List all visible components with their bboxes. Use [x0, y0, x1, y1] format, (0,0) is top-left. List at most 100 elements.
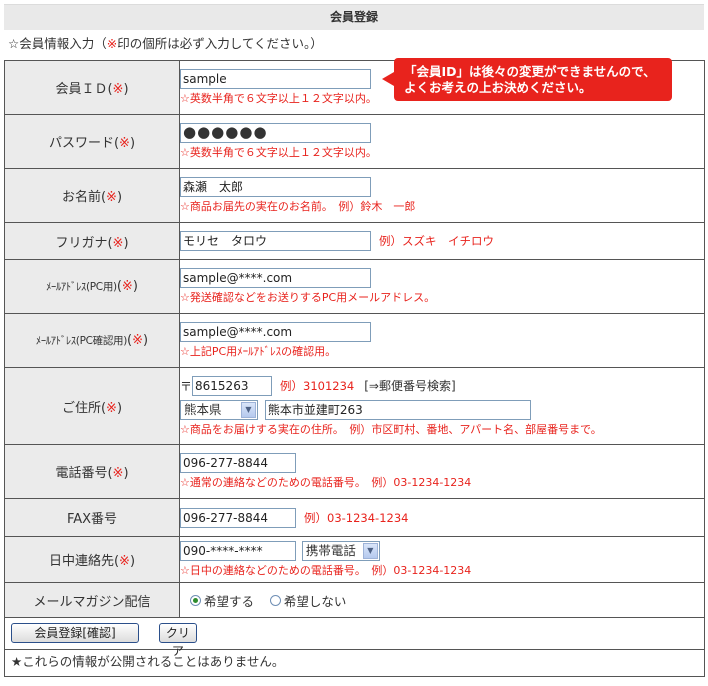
- required-mark: ※: [112, 235, 124, 251]
- label-address: ご住所(※): [4, 367, 180, 445]
- daytime-contact-input[interactable]: 090-****-****: [180, 541, 296, 561]
- chevron-down-icon: ▼: [241, 401, 256, 418]
- required-mark: ※: [119, 136, 130, 151]
- required-mark: ※: [112, 82, 124, 97]
- password-input[interactable]: ●●●●●●: [180, 123, 371, 143]
- phone-label-text: 電話番号: [55, 466, 108, 481]
- email-pc-input[interactable]: sample@****.com: [180, 268, 371, 288]
- row-fax: FAX番号 096-277-8844 例）03-1234-1234: [4, 498, 705, 537]
- label-fax: FAX番号: [4, 498, 180, 537]
- row-phone: 電話番号(※) 096-277-8844 ☆通常の連絡などのための電話番号。 例…: [4, 444, 705, 499]
- zip-prefix: 〒: [180, 379, 193, 393]
- fax-label-text: FAX番号: [66, 512, 118, 527]
- name-note: ☆商品お届先の実在のお名前。 例）鈴木 一郎: [180, 200, 416, 213]
- zip-example: 例）3101234: [280, 378, 355, 393]
- registration-form: 会員ＩＤ(※) sample ☆英数半角で６文字以上１２文字以内。 パスワード(…: [4, 60, 705, 618]
- email-pc-confirm-note: ☆上記PC用ﾒｰﾙｱﾄﾞﾚｽの確認用。: [180, 345, 337, 358]
- contact-type-value: 携帯電話: [305, 543, 356, 558]
- newsletter-yes-radio[interactable]: [190, 594, 201, 606]
- row-furigana: フリガナ(※) モリセ タロウ 例）スズキ イチロウ: [4, 222, 705, 260]
- row-password: パスワード(※) ●●●●●● ☆英数半角で６文字以上１２文字以内。: [4, 114, 705, 169]
- button-row: 会員登録[確認] クリア: [4, 617, 705, 658]
- field-email-pc-confirm: sample@****.com ☆上記PC用ﾒｰﾙｱﾄﾞﾚｽの確認用。: [179, 313, 705, 368]
- field-password: ●●●●●● ☆英数半角で６文字以上１２文字以内。: [179, 114, 705, 169]
- newsletter-no-radio[interactable]: [269, 594, 281, 606]
- newsletter-no-label[interactable]: 希望しない: [284, 594, 347, 609]
- row-daytime-contact: 日中連絡先(※) 090-****-**** 携帯電話 ▼ ☆日中の連絡などのため…: [4, 536, 705, 583]
- zip-line: 〒 8615263 例）3101234 [⇒郵便番号検索]: [180, 375, 704, 396]
- submit-button[interactable]: 会員登録[確認]: [11, 623, 139, 643]
- address-line: 熊本県 ▼ 熊本市並建町263: [180, 399, 704, 420]
- email-pc-label-text: ﾒｰﾙｱﾄﾞﾚｽ(PC用): [46, 281, 117, 293]
- required-mark: ※: [106, 190, 117, 205]
- row-email-pc-confirm: ﾒｰﾙｱﾄﾞﾚｽ(PC確認用)(※) sample@****.com ☆上記PC…: [4, 313, 705, 368]
- tooltip-line1: 「会員ID」は後々の変更ができませんので、: [404, 64, 656, 79]
- field-daytime-contact: 090-****-**** 携帯電話 ▼ ☆日中の連絡などのための電話番号。 例）…: [179, 536, 705, 583]
- password-note: ☆英数半角で６文字以上１２文字以内。: [180, 146, 377, 159]
- row-newsletter: メールマガジン配信 希望する 希望しない: [4, 582, 705, 618]
- fax-note: 例）03-1234-1234: [304, 510, 409, 525]
- intro-required-mark: ※: [106, 36, 118, 51]
- chevron-down-icon: ▼: [362, 543, 378, 559]
- field-email-pc: sample@****.com ☆発送確認などをお送りするPC用メールアドレス。: [179, 259, 705, 314]
- tooltip-line2: よくお考えの上お決めください。: [404, 80, 592, 95]
- member-id-label-text: 会員ＩＤ: [55, 82, 108, 97]
- daytime-contact-label-text: 日中連絡先: [48, 554, 114, 569]
- label-daytime-contact: 日中連絡先(※): [4, 536, 180, 583]
- email-pc-confirm-input[interactable]: sample@****.com: [180, 322, 371, 342]
- newsletter-yes-label[interactable]: 希望する: [204, 594, 254, 609]
- email-pc-note: ☆発送確認などをお送りするPC用メールアドレス。: [180, 291, 436, 304]
- email-pc-confirm-label-text: ﾒｰﾙｱﾄﾞﾚｽ(PC確認用): [35, 335, 128, 347]
- field-name: 森瀬 太郎 ☆商品お届先の実在のお名前。 例）鈴木 一郎: [179, 168, 705, 223]
- label-phone: 電話番号(※): [4, 444, 180, 499]
- prefecture-value: 熊本県: [184, 401, 222, 417]
- prefecture-select[interactable]: 熊本県 ▼: [180, 399, 258, 420]
- row-name: お名前(※) 森瀬 太郎 ☆商品お届先の実在のお名前。 例）鈴木 一郎: [4, 168, 705, 223]
- member-id-tooltip: 「会員ID」は後々の変更ができませんので、 よくお考えの上お決めください。: [382, 58, 672, 101]
- daytime-contact-note: ☆日中の連絡などのための電話番号。 例）03-1234-1234: [180, 564, 472, 577]
- daytime-contact-line: 090-****-**** 携帯電話 ▼: [180, 541, 704, 561]
- privacy-notice: ★これらの情報が公開されることはありません。: [4, 650, 705, 677]
- intro-prefix: ☆会員情報入力（: [8, 36, 107, 51]
- field-address: 〒 8615263 例）3101234 [⇒郵便番号検索] 熊本県 ▼ 熊本市並建町26…: [179, 367, 705, 445]
- label-name: お名前(※): [4, 168, 180, 223]
- fax-input[interactable]: 096-277-8844: [180, 507, 296, 528]
- member-id-input[interactable]: sample: [180, 69, 371, 89]
- newsletter-label-text: メールマガジン配信: [33, 594, 151, 610]
- intro-text: ☆会員情報入力（※印の個所は必ず入力してください。）: [8, 36, 323, 52]
- zip-search-link[interactable]: [⇒郵便番号検索]: [364, 379, 455, 393]
- zip-input[interactable]: 8615263: [192, 375, 273, 396]
- page-title: 会員登録: [4, 4, 704, 30]
- field-furigana: モリセ タロウ 例）スズキ イチロウ: [179, 222, 705, 260]
- city-input[interactable]: 熊本市並建町263: [264, 399, 531, 420]
- address-note: ☆商品をお届けする実在の住所。 例）市区町村、番地、アパート名、部屋番号まで。: [180, 422, 602, 436]
- furigana-note: 例）スズキ イチロウ: [379, 234, 494, 248]
- required-mark: ※: [112, 466, 124, 481]
- address-label-text: ご住所: [61, 400, 101, 416]
- name-input[interactable]: 森瀬 太郎: [180, 177, 371, 197]
- furigana-label-text: フリガナ: [55, 235, 108, 251]
- clear-button[interactable]: クリア: [158, 623, 197, 658]
- contact-type-select[interactable]: 携帯電話 ▼: [301, 541, 380, 561]
- required-mark: ※: [119, 554, 130, 569]
- field-newsletter: 希望する 希望しない: [179, 582, 705, 618]
- name-label-text: お名前: [61, 190, 101, 205]
- label-newsletter: メールマガジン配信: [4, 582, 180, 618]
- label-password: パスワード(※): [4, 114, 180, 169]
- intro-suffix: 印の個所は必ず入力してください。）: [117, 36, 323, 51]
- phone-input[interactable]: 096-277-8844: [180, 453, 296, 473]
- required-mark: ※: [121, 279, 133, 294]
- label-member-id: 会員ＩＤ(※): [4, 60, 180, 115]
- required-mark: ※: [106, 400, 117, 416]
- row-address: ご住所(※) 〒 8615263 例）3101234 [⇒郵便番号検索] 熊本県 ▼ 熊…: [4, 367, 705, 445]
- label-email-pc: ﾒｰﾙｱﾄﾞﾚｽ(PC用)(※): [4, 259, 180, 314]
- field-phone: 096-277-8844 ☆通常の連絡などのための電話番号。 例）03-1234…: [179, 444, 705, 499]
- password-label-text: パスワード: [48, 136, 114, 151]
- phone-note: ☆通常の連絡などのための電話番号。 例）03-1234-1234: [180, 476, 472, 489]
- label-furigana: フリガナ(※): [4, 222, 180, 260]
- field-fax: 096-277-8844 例）03-1234-1234: [179, 498, 705, 537]
- furigana-input[interactable]: モリセ タロウ: [180, 231, 371, 251]
- label-email-pc-confirm: ﾒｰﾙｱﾄﾞﾚｽ(PC確認用)(※): [4, 313, 180, 368]
- row-email-pc: ﾒｰﾙｱﾄﾞﾚｽ(PC用)(※) sample@****.com ☆発送確認など…: [4, 259, 705, 314]
- required-mark: ※: [132, 333, 144, 348]
